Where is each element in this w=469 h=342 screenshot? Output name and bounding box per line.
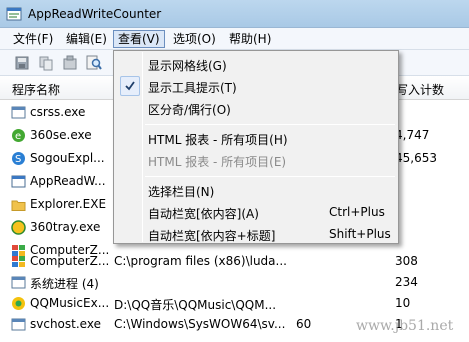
save-icon[interactable] [14,55,30,71]
row-name: QQMusicEx... [30,296,110,310]
row-name: ComputerZ... [30,254,110,268]
menu-auto-size-columns[interactable]: 自动栏宽[依内容](A) Ctrl+Plus [116,201,396,223]
watermark-text: www.jb51.net [356,318,454,334]
menu-choose-columns[interactable]: 选择栏目(N) [116,179,396,201]
copy-icon[interactable] [38,55,54,71]
menu-separator [145,176,395,177]
table-row[interactable]: 系统进程 (4) 234 [0,272,469,293]
computer-icon [12,256,25,267]
menu-item-shortcut: Shift+Plus [329,227,391,241]
row-count: 4,747 [395,128,430,142]
svg-text:e: e [15,131,21,142]
find-icon[interactable] [86,55,102,71]
menu-view[interactable]: 查看(V) [113,30,165,48]
menu-item-label: HTML 报表 - 所有项目(E) [148,155,287,169]
table-row[interactable]: QQMusicEx... D:\QQ音乐\QQMusic\QQM... 10 [0,293,469,314]
row-extra: 60 [296,317,312,331]
row-name: 360se.exe [30,128,92,142]
menu-item-label: 自动栏宽[依内容+标题] [148,229,276,243]
menu-show-tooltips[interactable]: 显示工具提示(T) [116,75,396,97]
menu-auto-size-columns-headers[interactable]: 自动栏宽[依内容+标题] Shift+Plus [116,223,396,245]
row-name: SogouExpl... [30,151,105,165]
properties-icon[interactable] [62,55,78,71]
menu-mark-odd-even-rows[interactable]: 区分奇/偶行(O) [116,97,396,119]
window-app-icon [11,106,26,119]
row-path: C:\program files (x86)\luda... [114,254,287,268]
folder-icon [11,200,26,211]
row-path: D:\QQ音乐\QQMusic\QQM... [114,298,277,312]
sogou-s-icon: S [12,152,25,165]
row-count: 308 [395,254,418,268]
view-menu-dropdown: 显示网格线(G) 显示工具提示(T) 区分奇/偶行(O) HTML 报表 - 所… [113,50,399,244]
row-count: 10 [395,296,411,310]
row-name: 360tray.exe [30,220,101,234]
row-name: Explorer.EXE [30,197,107,211]
menu-show-gridlines[interactable]: 显示网格线(G) [116,53,396,75]
menu-item-label: 选择栏目(N) [148,185,215,199]
menu-edit[interactable]: 编辑(E) [62,30,111,48]
menu-separator [145,124,395,125]
system-process-icon [11,276,26,289]
row-path: C:\Windows\SysWOW64\sv... [114,317,286,331]
svchost-icon [11,318,26,331]
qq-music-icon [12,297,25,310]
menu-html-report-selected: HTML 报表 - 所有项目(E) [116,149,396,171]
counter-app-icon [11,175,26,188]
row-count: 45,653 [395,151,437,165]
menu-file[interactable]: 文件(F) [9,30,57,48]
browser-e-icon: e [12,129,25,142]
table-row[interactable]: ComputerZ... C:\program files (x86)\luda… [0,251,469,272]
menu-item-label: 显示网格线(G) [148,59,227,73]
menu-item-label: 区分奇/偶行(O) [148,103,231,117]
menu-html-report-all[interactable]: HTML 报表 - 所有项目(H) [116,127,396,149]
row-count: 234 [395,275,418,289]
row-name: 系统进程 (4) [30,277,99,291]
svg-text:S: S [15,154,21,165]
menu-bar: 文件(F) 编辑(E) 查看(V) 选项(O) 帮助(H) [0,28,469,50]
menu-item-shortcut: Ctrl+Plus [329,205,385,219]
360-tray-icon [11,220,26,235]
menu-item-label: 自动栏宽[依内容](A) [148,207,259,221]
window-title: AppReadWriteCounter [28,7,162,21]
menu-options[interactable]: 选项(O) [169,30,220,48]
row-name: csrss.exe [30,105,86,119]
title-bar: AppReadWriteCounter [0,0,469,28]
app-icon [6,7,22,21]
checkmark-icon [120,76,140,96]
menu-help[interactable]: 帮助(H) [225,30,275,48]
column-write-count[interactable]: 写入计数 [396,81,444,98]
row-name: svchost.exe [30,317,101,331]
menu-item-label: HTML 报表 - 所有项目(H) [148,133,288,147]
menu-item-label: 显示工具提示(T) [148,81,237,95]
row-name: AppReadW... [30,174,106,188]
column-program-name[interactable]: 程序名称 [12,81,60,98]
